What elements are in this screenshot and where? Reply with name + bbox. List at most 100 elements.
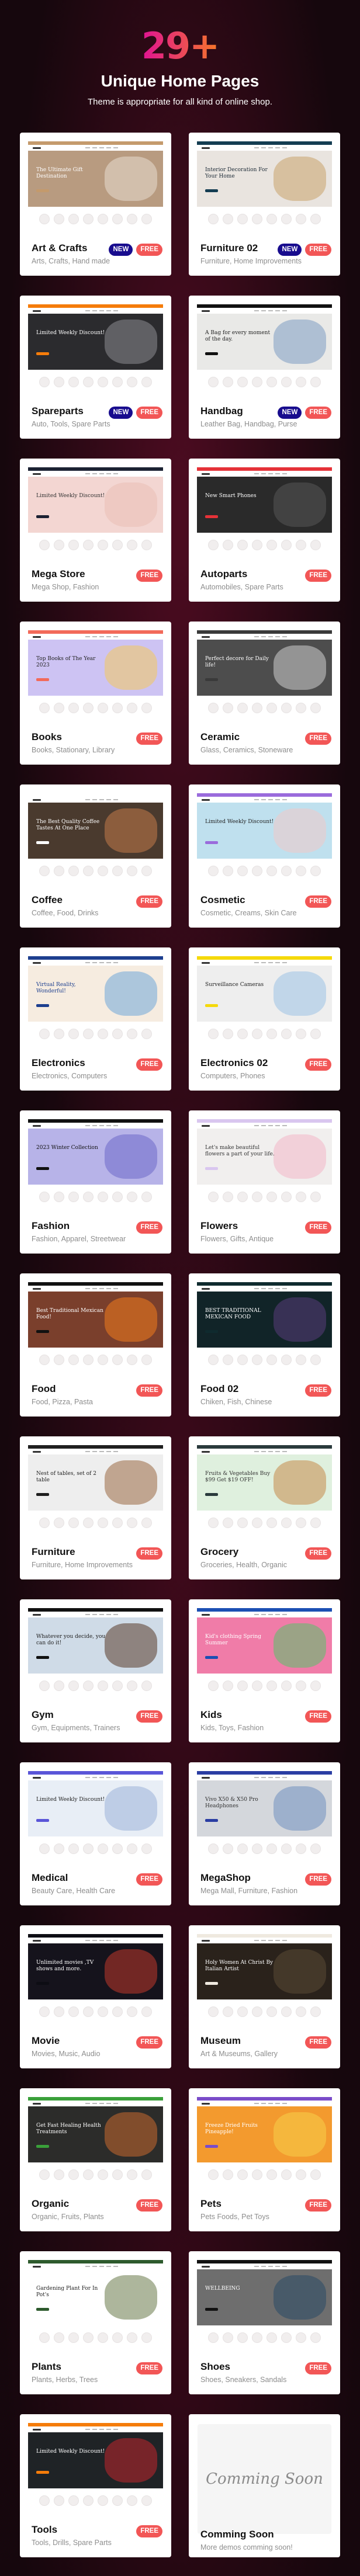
demo-preview-thumbnail[interactable]: A Bag for every moment of the day.	[197, 304, 332, 397]
badges: NEW FREE	[109, 244, 162, 256]
demo-preview-thumbnail[interactable]: The Ultimate Gift Destination	[28, 141, 163, 234]
demo-card[interactable]: Get Fast Healing Health Treatments Organ…	[20, 2088, 171, 2231]
demo-preview-thumbnail[interactable]: Gardening Plant For In Pot's	[28, 2260, 163, 2352]
demo-card[interactable]: Perfect decore for Daily life! Ceramic G…	[189, 622, 340, 765]
demo-card[interactable]: Unlimited movies ,TV shows and more. Mov…	[20, 1925, 171, 2068]
demo-preview-thumbnail[interactable]: Best Traditional Mexican Food!	[28, 1282, 163, 1374]
demo-preview-thumbnail[interactable]: Perfect decore for Daily life!	[197, 630, 332, 723]
demo-card[interactable]: Limited Weekly Discount! Medical Beauty …	[20, 1762, 171, 1905]
demo-title[interactable]: Fashion	[32, 1220, 70, 1232]
demo-title[interactable]: Plants	[32, 2361, 61, 2373]
demo-title[interactable]: Museum	[200, 2035, 241, 2047]
demo-preview-thumbnail[interactable]: WELLBEING	[197, 2260, 332, 2352]
preview-hero-text: Freeze Dried Fruits Pineapple!	[205, 2123, 258, 2135]
badges: FREE	[136, 570, 162, 582]
preview-categories	[28, 1029, 163, 1039]
demo-preview-thumbnail[interactable]: Holy Women At Christ By Italian Artist	[197, 1934, 332, 2026]
demo-card[interactable]: Nest of tables, set of 2 table Furniture…	[20, 1436, 171, 1579]
demo-card[interactable]: Limited Weekly Discount! Tools Tools, Dr…	[20, 2414, 171, 2557]
demo-card[interactable]: A Bag for every moment of the day. Handb…	[189, 296, 340, 439]
demo-card[interactable]: Holy Women At Christ By Italian Artist M…	[189, 1925, 340, 2068]
demo-preview-thumbnail[interactable]: BEST TRADITIONAL MEXICAN FOOD	[197, 1282, 332, 1374]
demo-title[interactable]: Handbag	[200, 405, 243, 417]
demo-title[interactable]: Shoes	[200, 2361, 230, 2373]
demo-title[interactable]: Coffee	[32, 894, 63, 906]
demo-card[interactable]: Surveillance Cameras Electronics 02 Comp…	[189, 947, 340, 1091]
demo-title[interactable]: Furniture 02	[200, 242, 258, 254]
demo-preview-thumbnail[interactable]: Freeze Dried Fruits Pineapple!	[197, 2097, 332, 2189]
demo-card[interactable]: Freeze Dried Fruits Pineapple! Pets Pets…	[189, 2088, 340, 2231]
demo-preview-thumbnail[interactable]: Whatever you decide, you can do it!	[28, 1608, 163, 1700]
demo-title[interactable]: Spareparts	[32, 405, 84, 417]
demo-card[interactable]: Let's make beautiful flowers a part of y…	[189, 1110, 340, 1254]
demo-preview-thumbnail[interactable]: Limited Weekly Discount!	[28, 1771, 163, 1863]
demo-preview-thumbnail[interactable]: Limited Weekly Discount!	[28, 2423, 163, 2515]
demo-card[interactable]: Top Books of The Year 2023 Books Books, …	[20, 622, 171, 765]
demo-card[interactable]: Limited Weekly Discount! Spareparts Auto…	[20, 296, 171, 439]
demo-title[interactable]: Flowers	[200, 1220, 238, 1232]
demo-title[interactable]: Cosmetic	[200, 894, 245, 906]
demo-preview-thumbnail[interactable]: Vivo X50 & X50 Pro Headphones	[197, 1771, 332, 1863]
demo-title[interactable]: Pets	[200, 2198, 221, 2210]
demo-preview-thumbnail[interactable]: Limited Weekly Discount!	[28, 467, 163, 560]
demo-preview-thumbnail[interactable]: The Best Quality Coffee Tastes At One Pl…	[28, 793, 163, 886]
demo-preview-thumbnail[interactable]: Kid's clothing Spring Summer	[197, 1608, 332, 1700]
demo-card[interactable]: WELLBEING Shoes Shoes, Sneakers, Sandals…	[189, 2251, 340, 2394]
demo-preview-thumbnail[interactable]: Nest of tables, set of 2 table	[28, 1445, 163, 1537]
demo-card[interactable]: BEST TRADITIONAL MEXICAN FOOD Food 02 Ch…	[189, 1273, 340, 1417]
demo-title[interactable]: Books	[32, 731, 62, 743]
demo-card[interactable]: Limited Weekly Discount! Mega Store Mega…	[20, 459, 171, 602]
demo-title[interactable]: Gym	[32, 1709, 54, 1721]
free-badge: FREE	[305, 895, 331, 908]
demo-card[interactable]: 2023 Winter Collection Fashion Fashion, …	[20, 1110, 171, 1254]
demo-card[interactable]: Virtual Reality, Wonderful! Electronics …	[20, 947, 171, 1091]
demo-title[interactable]: Comming Soon	[200, 2529, 274, 2540]
demo-title[interactable]: Medical	[32, 1872, 68, 1884]
preview-nav	[197, 1123, 332, 1129]
demo-title[interactable]: Electronics 02	[200, 1057, 268, 1069]
preview-nav	[197, 634, 332, 640]
demo-card[interactable]: Limited Weekly Discount! Cosmetic Cosmet…	[189, 784, 340, 928]
demo-title[interactable]: Tools	[32, 2524, 57, 2536]
demo-preview-thumbnail[interactable]: Limited Weekly Discount!	[28, 304, 163, 397]
demo-preview-thumbnail[interactable]: New Smart Phones	[197, 467, 332, 560]
preview-nav	[197, 2101, 332, 2106]
demo-card[interactable]: New Smart Phones Autoparts Automobiles, …	[189, 459, 340, 602]
demo-card[interactable]: Best Traditional Mexican Food! Food Food…	[20, 1273, 171, 1417]
preview-hero-text: New Smart Phones	[205, 493, 257, 499]
demo-title[interactable]: MegaShop	[200, 1872, 251, 1884]
demo-title[interactable]: Ceramic	[200, 731, 240, 743]
demo-title[interactable]: Organic	[32, 2198, 69, 2210]
demo-title[interactable]: Food	[32, 1383, 56, 1395]
demo-preview-thumbnail[interactable]: Interior Decoration For Your Home	[197, 141, 332, 234]
demo-title[interactable]: Art & Crafts	[32, 242, 87, 254]
free-badge: FREE	[305, 244, 331, 256]
demo-title[interactable]: Electronics	[32, 1057, 85, 1069]
demo-title[interactable]: Grocery	[200, 1546, 238, 1558]
demo-card[interactable]: The Ultimate Gift Destination Art & Craf…	[20, 133, 171, 276]
demo-card[interactable]: Kid's clothing Spring Summer Kids Kids, …	[189, 1599, 340, 1742]
demo-card[interactable]: Interior Decoration For Your Home Furnit…	[189, 133, 340, 276]
preview-hero: A Bag for every moment of the day.	[197, 314, 332, 370]
demo-card[interactable]: Gardening Plant For In Pot's Plants Plan…	[20, 2251, 171, 2394]
demo-preview-thumbnail[interactable]: Virtual Reality, Wonderful!	[28, 956, 163, 1049]
demo-card[interactable]: Vivo X50 & X50 Pro Headphones MegaShop M…	[189, 1762, 340, 1905]
demo-preview-thumbnail[interactable]: Unlimited movies ,TV shows and more.	[28, 1934, 163, 2026]
demo-card[interactable]: The Best Quality Coffee Tastes At One Pl…	[20, 784, 171, 928]
demo-title[interactable]: Furniture	[32, 1546, 75, 1558]
demo-title[interactable]: Movie	[32, 2035, 60, 2047]
demo-card[interactable]: Whatever you decide, you can do it! Gym …	[20, 1599, 171, 1742]
demo-card[interactable]: Comming Soon Comming Soon More demos comm…	[189, 2414, 340, 2557]
demo-card[interactable]: Fruits & Vegetables Buy $99 Get $19 OFF!…	[189, 1436, 340, 1579]
demo-title[interactable]: Mega Store	[32, 568, 85, 580]
demo-preview-thumbnail[interactable]: Fruits & Vegetables Buy $99 Get $19 OFF!	[197, 1445, 332, 1537]
demo-preview-thumbnail[interactable]: Top Books of The Year 2023	[28, 630, 163, 723]
demo-title[interactable]: Food 02	[200, 1383, 238, 1395]
demo-title[interactable]: Kids	[200, 1709, 222, 1721]
demo-title[interactable]: Autoparts	[200, 568, 247, 580]
demo-preview-thumbnail[interactable]: Limited Weekly Discount!	[197, 793, 332, 886]
demo-preview-thumbnail[interactable]: 2023 Winter Collection	[28, 1119, 163, 1211]
demo-preview-thumbnail[interactable]: Let's make beautiful flowers a part of y…	[197, 1119, 332, 1211]
demo-preview-thumbnail[interactable]: Get Fast Healing Health Treatments	[28, 2097, 163, 2189]
demo-preview-thumbnail[interactable]: Surveillance Cameras	[197, 956, 332, 1049]
